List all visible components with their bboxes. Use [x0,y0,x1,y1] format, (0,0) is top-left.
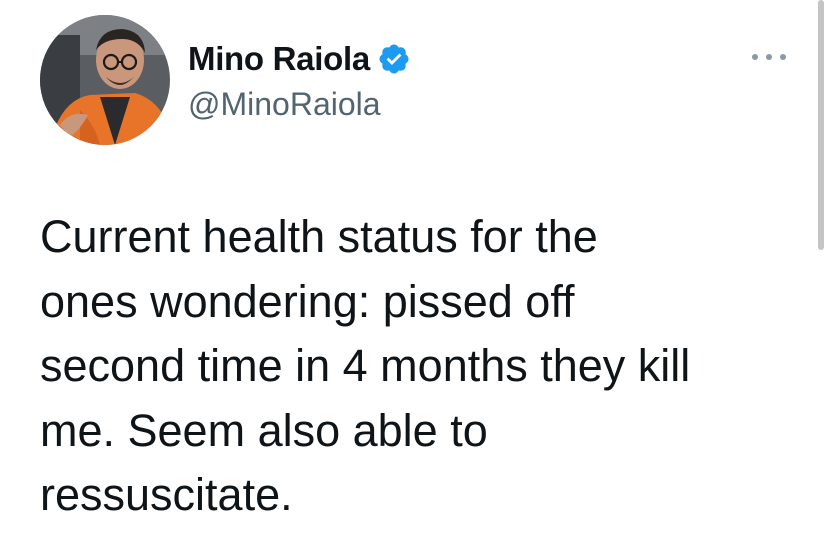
author-name-row: Mino Raiola [188,38,411,80]
scrollbar[interactable] [818,0,824,250]
more-options-icon[interactable] [752,48,786,66]
author-display-name[interactable]: Mino Raiola [188,38,370,80]
profile-photo [40,15,170,145]
tweet-text-line: ressuscitate. [40,469,293,520]
verified-badge-icon [377,42,411,76]
tweet-text-line: me. Seem also able to [40,404,488,456]
avatar[interactable] [40,15,170,145]
tweet-text-line: ones wondering: pissed off [40,275,575,327]
author-handle[interactable]: @MinoRaiola [188,84,381,124]
more-dot [752,54,758,60]
tweet-text-line: second time in 4 months they kill [40,340,691,391]
more-dot [766,54,772,60]
tweet-text-line: Current health status for the [40,211,598,262]
tweet-text: Current health status for the ones wonde… [40,205,800,528]
more-dot [780,54,786,60]
